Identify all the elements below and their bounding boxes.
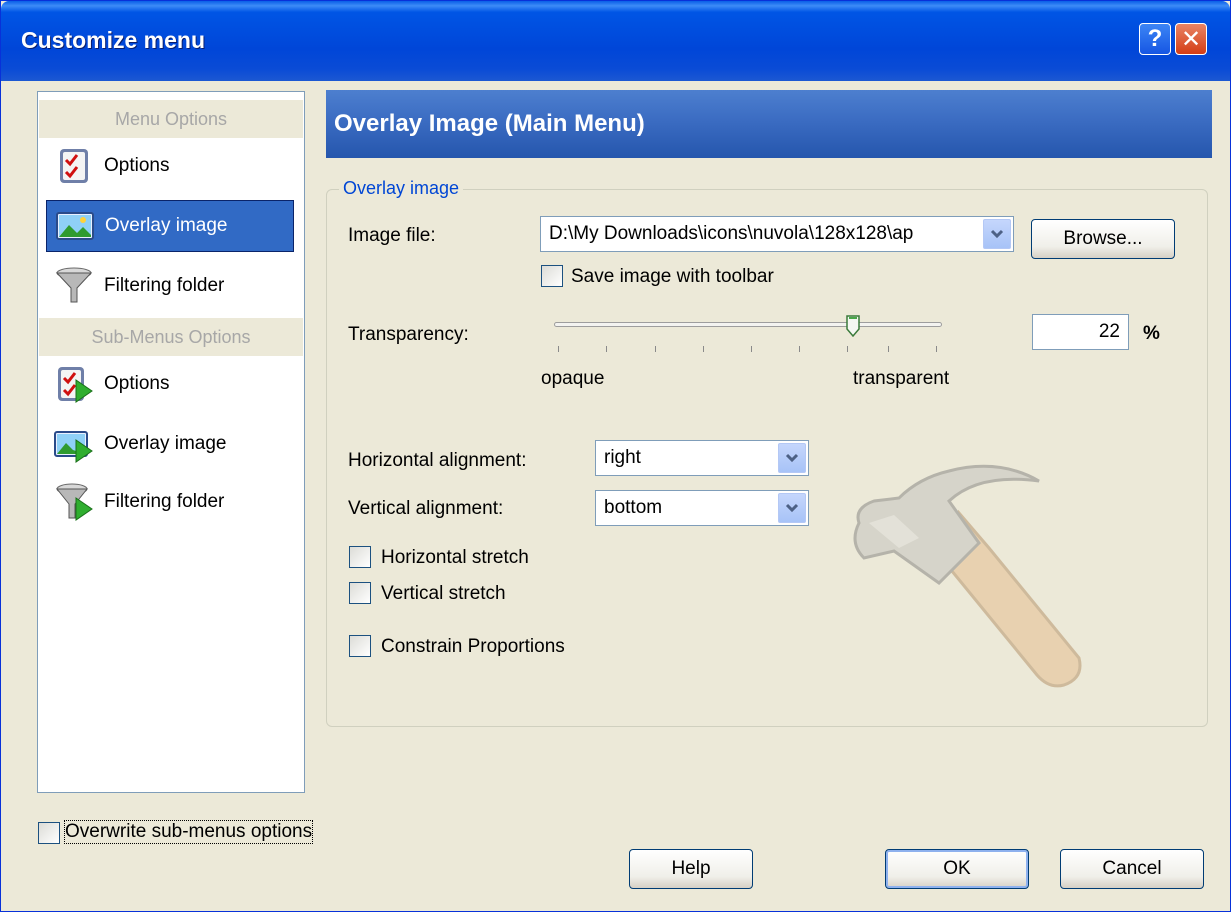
options-nav-list: Menu Options Options Overlay image Filte… [37,91,305,793]
overwrite-submenus-label: Overwrite sub-menus options [63,820,314,844]
chevron-down-icon[interactable] [983,219,1011,249]
cancel-button[interactable]: Cancel [1060,849,1204,889]
slider-tick [606,346,607,352]
slider-min-label: opaque [541,368,605,389]
customize-menu-dialog: Customize menu ? ✕ Menu Options Options [0,0,1231,912]
transparency-label: Transparency: [348,324,469,345]
image-file-combo[interactable]: D:\My Downloads\icons\nuvola\128x128\ap [540,216,1014,252]
nav-item-label: Overlay image [105,215,228,236]
funnel-arrow-icon [55,483,93,521]
slider-tick [751,346,752,352]
close-icon: ✕ [1180,25,1202,53]
v-align-select[interactable]: bottom [595,490,809,526]
overwrite-submenus-checkbox[interactable] [38,822,60,844]
h-stretch-label: Horizontal stretch [381,547,529,568]
save-with-toolbar-label: Save image with toolbar [571,266,774,287]
h-align-select[interactable]: right [595,440,809,476]
image-icon [56,212,94,240]
funnel-icon [55,267,93,303]
slider-tick [847,346,848,352]
nav-item-submenu-filtering-folder[interactable]: Filtering folder [46,476,294,528]
image-file-label: Image file: [348,225,436,246]
transparency-slider-track[interactable] [554,322,942,327]
nav-item-options[interactable]: Options [46,140,294,192]
slider-tick [888,346,889,352]
constrain-proportions-checkbox[interactable] [349,635,371,657]
close-button[interactable]: ✕ [1175,23,1207,55]
title-bar[interactable]: Customize menu ? ✕ [1,1,1230,81]
nav-header-submenu-options: Sub-Menus Options [39,318,303,356]
question-icon: ? [1147,25,1163,52]
help-title-button[interactable]: ? [1139,23,1171,55]
checklist-arrow-icon [58,367,93,403]
nav-item-label: Options [104,373,170,394]
h-stretch-checkbox[interactable] [349,546,371,568]
help-button[interactable]: Help [629,849,753,889]
transparency-input[interactable]: 22 [1032,314,1129,350]
constrain-proportions-label: Constrain Proportions [381,636,565,657]
browse-button[interactable]: Browse... [1031,219,1175,259]
nav-item-label: Options [104,155,170,176]
v-align-label: Vertical alignment: [348,498,504,519]
image-file-value: D:\My Downloads\icons\nuvola\128x128\ap [549,223,914,244]
nav-item-label: Filtering folder [104,275,225,296]
slider-max-label: transparent [853,368,950,389]
nav-item-submenu-overlay-image[interactable]: Overlay image [46,418,294,470]
chevron-down-icon[interactable] [778,493,806,523]
image-arrow-icon [54,431,93,463]
percent-label: % [1143,323,1160,344]
nav-item-label: Overlay image [104,433,227,454]
hammer-icon [853,464,1082,688]
h-align-value: right [604,447,641,468]
chevron-down-icon[interactable] [778,443,806,473]
nav-item-overlay-image[interactable]: Overlay image [46,200,294,252]
nav-item-filtering-folder[interactable]: Filtering folder [46,260,294,312]
v-stretch-label: Vertical stretch [381,583,506,604]
checklist-icon [60,149,88,183]
slider-tick [558,346,559,352]
h-align-label: Horizontal alignment: [348,450,527,471]
slider-tick [655,346,656,352]
nav-item-submenu-options[interactable]: Options [46,358,294,410]
transparency-slider-thumb[interactable] [846,315,860,337]
nav-item-label: Filtering folder [104,491,225,512]
save-with-toolbar-checkbox[interactable] [541,265,563,287]
slider-tick [703,346,704,352]
group-legend: Overlay image [339,178,464,199]
nav-header-menu-options: Menu Options [39,100,303,138]
window-title: Customize menu [21,27,206,53]
v-stretch-checkbox[interactable] [349,582,371,604]
slider-tick [799,346,800,352]
ok-button[interactable]: OK [885,849,1029,889]
panel-title: Overlay Image (Main Menu) [326,90,1212,158]
slider-tick [936,346,937,352]
v-align-value: bottom [604,497,663,518]
